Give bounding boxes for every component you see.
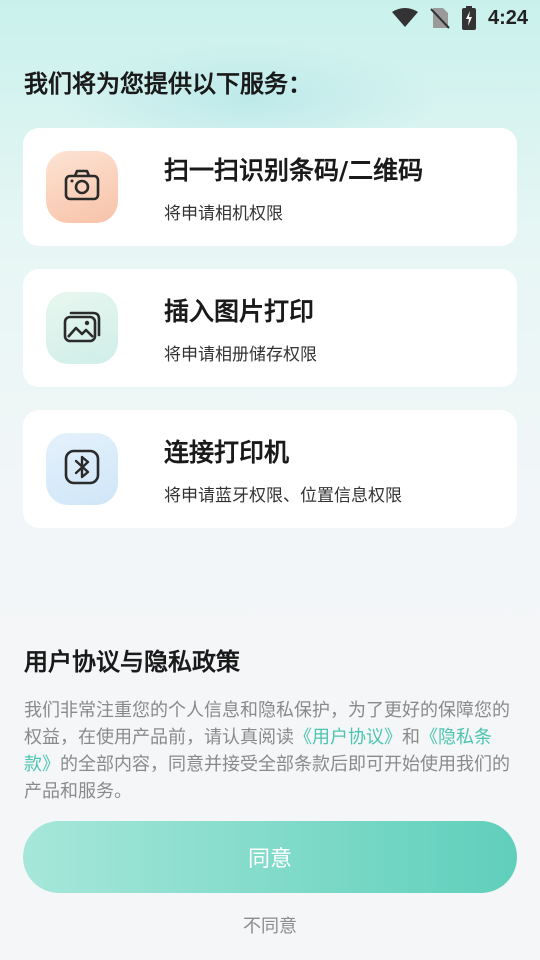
- service-title: 连接打印机: [164, 437, 290, 467]
- services-intro-title: 我们将为您提供以下服务：: [24, 70, 312, 98]
- service-desc: 将申请相册储存权限: [164, 344, 317, 365]
- image-icon: [63, 309, 101, 347]
- bluetooth-icon: [64, 449, 100, 489]
- service-desc: 将申请蓝牙权限、位置信息权限: [164, 485, 402, 506]
- camera-icon: [64, 169, 100, 205]
- service-title: 插入图片打印: [164, 296, 315, 326]
- status-time: 4:24: [487, 6, 528, 29]
- user-agreement-link[interactable]: 《用户协议》: [294, 727, 402, 748]
- service-card-scan: 扫一扫识别条码/二维码 将申请相机权限: [23, 128, 517, 246]
- policy-text: 我们非常注重您的个人信息和隐私保护，为了更好的保障您的权益，在使用产品前，请认真…: [24, 697, 518, 805]
- policy-text-part: 的全部内容，同意并接受全部条款后即可开始使用我们的产品和服务。: [24, 754, 510, 802]
- policy-text-and: 和: [402, 727, 420, 748]
- service-desc: 将申请相机权限: [164, 203, 283, 224]
- policy-title: 用户协议与隐私政策: [24, 648, 240, 676]
- wifi-icon: [391, 8, 418, 28]
- camera-icon-box: [46, 151, 118, 223]
- disagree-button[interactable]: 不同意: [0, 912, 540, 938]
- status-bar: 4:24: [0, 0, 540, 36]
- service-card-image: 插入图片打印 将申请相册储存权限: [23, 269, 517, 387]
- agree-button[interactable]: 同意: [23, 821, 517, 893]
- bluetooth-icon-box: [46, 433, 118, 505]
- image-icon-box: [46, 292, 118, 364]
- battery-charging-icon: [461, 6, 476, 30]
- no-sim-icon: [430, 7, 450, 29]
- service-card-bluetooth: 连接打印机 将申请蓝牙权限、位置信息权限: [23, 410, 517, 528]
- service-title: 扫一扫识别条码/二维码: [164, 155, 424, 185]
